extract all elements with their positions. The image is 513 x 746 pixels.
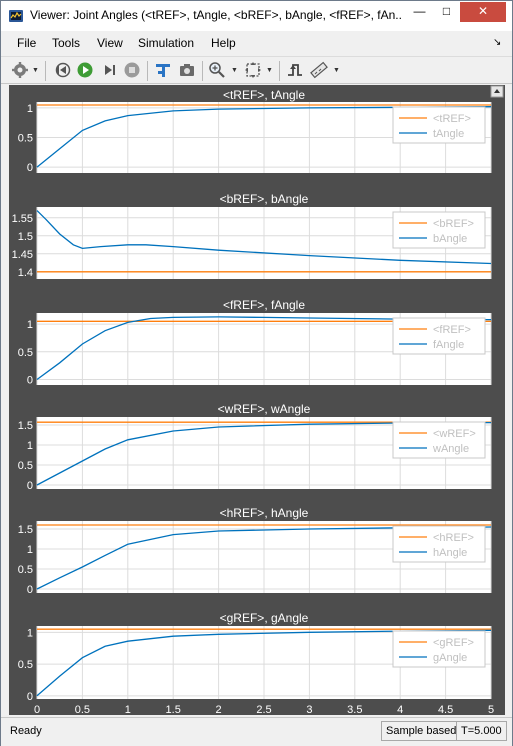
scope-plots-canvas: <tREF>, tAngle 0 0.5 1 <tREF> tAngle <bREF>, b… xyxy=(12,85,504,715)
y-tick-label: 0 xyxy=(27,374,33,386)
y-tick-label: 0.5 xyxy=(18,133,33,145)
subplot-3: <fREF>, fAngle 0 0.5 1 <fREF> fAngle xyxy=(18,298,492,386)
y-tick-label: 0.5 xyxy=(18,460,33,472)
status-ready: Ready xyxy=(10,725,42,737)
y-tick-label: 1 xyxy=(27,627,33,639)
toolbar-separator xyxy=(279,61,280,81)
menu-view[interactable]: View xyxy=(97,36,123,50)
y-tick-label: 0 xyxy=(27,584,33,596)
maximize-button[interactable]: □ xyxy=(433,2,460,22)
x-tick-label: 1.5 xyxy=(166,704,181,715)
zoom-dropdown-arrow-icon[interactable]: ▼ xyxy=(231,67,238,74)
x-tick-label: 0.5 xyxy=(75,704,90,715)
x-tick-label: 0 xyxy=(34,704,40,715)
x-tick-label: 5 xyxy=(488,704,494,715)
y-tick-label: 0 xyxy=(27,162,33,174)
y-tick-label: 1.4 xyxy=(18,267,33,279)
legend-entry[interactable]: <fREF> xyxy=(433,324,471,336)
triggers-icon[interactable] xyxy=(286,61,304,79)
legend-entry[interactable]: <wREF> xyxy=(433,428,476,440)
x-tick-label: 2 xyxy=(216,704,222,715)
x-tick-label: 1 xyxy=(125,704,131,715)
legend-entry[interactable]: tAngle xyxy=(433,128,464,140)
legend-entry[interactable]: <hREF> xyxy=(433,532,474,544)
subplot-2: <bREF>, bAngle 1.4 1.45 1.5 1.55 <bREF> bAngle xyxy=(12,192,492,279)
measurements-dropdown-arrow-icon[interactable]: ▼ xyxy=(333,67,340,74)
x-tick-label: 3.5 xyxy=(347,704,362,715)
subplot-title: <fREF>, fAngle xyxy=(223,298,305,312)
scope-plot-area: <tREF>, tAngle 0 0.5 1 <tREF> tAngle <bREF>, b… xyxy=(9,85,505,715)
y-tick-label: 1.45 xyxy=(12,249,33,261)
subplot-title: <bREF>, bAngle xyxy=(220,192,309,206)
y-tick-label: 1 xyxy=(27,103,33,115)
y-tick-label: 0 xyxy=(27,480,33,492)
y-tick-label: 1.5 xyxy=(18,231,33,243)
measurements-ruler-icon[interactable] xyxy=(310,61,328,79)
scope-app-icon xyxy=(9,10,23,22)
close-button[interactable]: ✕ xyxy=(460,2,506,22)
subplot-1: <tREF>, tAngle 0 0.5 1 <tREF> tAngle xyxy=(18,88,492,174)
subplot-6: <gREF>, gAngle 0 0.5 1 <gREF> gAngle 0 0.5 1 1.5 2… xyxy=(18,611,494,715)
toolbar-separator xyxy=(202,61,203,81)
status-simulation-time: T=5.000 xyxy=(456,721,507,741)
status-bar: Ready Sample based T=5.000 xyxy=(1,717,512,746)
title-bar[interactable]: Viewer: Joint Angles (<tREF>, tAngle, <b… xyxy=(1,1,512,31)
toolbar-separator xyxy=(147,61,148,81)
undock-arrow-icon[interactable]: ↘ xyxy=(493,37,501,48)
window-title: Viewer: Joint Angles (<tREF>, tAngle, <b… xyxy=(30,8,402,22)
scale-axes-icon[interactable] xyxy=(244,61,262,79)
minimize-button[interactable]: — xyxy=(406,2,433,22)
subplot-title: <gREF>, gAngle xyxy=(220,611,309,625)
y-tick-label: 0.5 xyxy=(18,659,33,671)
subplot-title: <wREF>, wAngle xyxy=(218,402,311,416)
y-tick-label: 1.55 xyxy=(12,213,33,225)
legend-entry[interactable]: gAngle xyxy=(433,652,467,664)
scope-viewer-window: Viewer: Joint Angles (<tREF>, tAngle, <b… xyxy=(0,0,513,746)
menu-tools[interactable]: Tools xyxy=(52,36,80,50)
toolbar-separator xyxy=(45,61,46,81)
subplot-title: <hREF>, hAngle xyxy=(220,506,309,520)
legend-entry[interactable]: hAngle xyxy=(433,547,467,559)
menu-bar: File Tools View Simulation Help ↘ xyxy=(1,32,512,54)
scale-dropdown-arrow-icon[interactable]: ▼ xyxy=(266,67,273,74)
legend-entry[interactable]: fAngle xyxy=(433,339,464,351)
settings-gear-icon[interactable] xyxy=(11,61,29,79)
legend-entry[interactable]: <bREF> xyxy=(433,218,474,230)
legend-entry[interactable]: wAngle xyxy=(432,443,469,455)
y-tick-label: 1 xyxy=(27,319,33,331)
y-tick-label: 1 xyxy=(27,440,33,452)
menu-simulation[interactable]: Simulation xyxy=(138,36,194,50)
settings-dropdown-arrow-icon[interactable]: ▼ xyxy=(32,67,39,74)
subplot-5: <hREF>, hAngle 0 0.5 1 1.5 <hREF> hAngle xyxy=(18,506,492,596)
y-tick-label: 1.5 xyxy=(18,524,33,536)
legend-entry[interactable]: <tREF> xyxy=(433,113,471,125)
legend-entry[interactable]: <gREF> xyxy=(433,637,474,649)
subplot-4: <wREF>, wAngle 0 0.5 1 1.5 <wREF> wAngle xyxy=(18,402,492,492)
x-tick-label: 4.5 xyxy=(438,704,453,715)
toolbar: ▼ ▼ ▼ ▼ xyxy=(1,56,512,84)
y-tick-label: 1.5 xyxy=(18,420,33,432)
run-icon[interactable] xyxy=(76,61,94,79)
legend-entry[interactable]: bAngle xyxy=(433,233,467,245)
menu-help[interactable]: Help xyxy=(211,36,236,50)
subplot-title: <tREF>, tAngle xyxy=(223,88,305,102)
x-tick-label: 4 xyxy=(397,704,403,715)
y-tick-label: 0.5 xyxy=(18,564,33,576)
step-forward-icon[interactable] xyxy=(100,61,118,79)
status-sample-mode: Sample based xyxy=(381,721,462,741)
y-tick-label: 0.5 xyxy=(18,347,33,359)
menu-file[interactable]: File xyxy=(17,36,36,50)
y-tick-label: 1 xyxy=(27,544,33,556)
x-tick-label: 3 xyxy=(306,704,312,715)
highlight-simulink-block-icon[interactable] xyxy=(154,61,172,79)
y-tick-label: 0 xyxy=(27,691,33,703)
step-back-icon[interactable] xyxy=(53,61,71,79)
zoom-in-icon[interactable] xyxy=(208,61,226,79)
snapshot-camera-icon[interactable] xyxy=(178,61,196,79)
stop-icon[interactable] xyxy=(123,61,141,79)
x-tick-label: 2.5 xyxy=(256,704,271,715)
